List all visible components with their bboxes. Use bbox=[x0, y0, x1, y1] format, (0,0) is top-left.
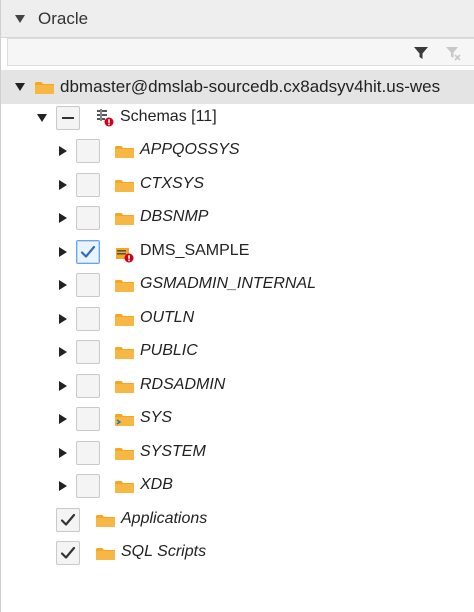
schema-node-gsmadmin-internal[interactable]: GSMADMIN_INTERNAL bbox=[1, 269, 474, 301]
node-sql-scripts[interactable]: SQL Scripts bbox=[1, 537, 474, 569]
schema-checkbox[interactable] bbox=[76, 172, 100, 197]
folder-icon bbox=[115, 446, 134, 461]
tree-toolbar bbox=[7, 38, 474, 66]
expand-triangle-icon[interactable] bbox=[59, 481, 67, 491]
folder-icon bbox=[115, 144, 134, 159]
expand-triangle-icon[interactable] bbox=[59, 146, 67, 156]
folder-icon bbox=[115, 278, 134, 293]
oracle-tree-panel: Oracle dbmaster@dmslab-sourcedb.cx8adsyv… bbox=[0, 0, 474, 612]
schema-label: DMS_SAMPLE bbox=[140, 241, 250, 259]
connection-label: dbmaster@dmslab-sourcedb.cx8adsyv4hit.us… bbox=[60, 77, 441, 96]
folder-icon bbox=[115, 379, 134, 394]
collapse-triangle-icon[interactable] bbox=[15, 14, 25, 23]
schemas-error-icon bbox=[96, 109, 114, 127]
schema-node-outln[interactable]: OUTLN bbox=[1, 303, 474, 335]
schema-label: SYS bbox=[140, 409, 173, 426]
folder-icon bbox=[115, 211, 134, 226]
schema-label: DBSNMP bbox=[140, 208, 209, 225]
schema-node-xdb[interactable]: XDB bbox=[1, 470, 474, 502]
schema-checkbox[interactable] bbox=[76, 239, 100, 264]
expand-triangle-icon[interactable] bbox=[59, 380, 67, 391]
schema-checkbox[interactable] bbox=[76, 407, 100, 431]
clear-filter-icon[interactable] bbox=[445, 45, 461, 61]
folder-icon bbox=[115, 479, 134, 494]
schema-label: GSMADMIN_INTERNAL bbox=[140, 275, 317, 292]
schema-checkbox[interactable] bbox=[76, 306, 100, 331]
schema-node-dbsnmp[interactable]: DBSNMP bbox=[1, 202, 474, 234]
schemas-label: Schemas [11] bbox=[120, 108, 217, 125]
schema-label: XDB bbox=[140, 476, 173, 493]
folder-icon bbox=[115, 345, 134, 360]
schema-label: CTXSYS bbox=[140, 174, 205, 192]
expand-triangle-icon[interactable] bbox=[59, 313, 67, 324]
expand-triangle-icon[interactable] bbox=[59, 414, 67, 424]
expand-triangle-icon[interactable] bbox=[59, 347, 67, 357]
schema-folder-icon bbox=[115, 412, 134, 427]
schema-checkbox[interactable] bbox=[76, 474, 100, 498]
schema-checkbox[interactable] bbox=[76, 139, 100, 163]
schemas-node[interactable]: Schemas [11] bbox=[1, 102, 474, 134]
sql-scripts-checkbox[interactable] bbox=[56, 541, 80, 565]
schema-label: PUBLIC bbox=[140, 342, 198, 359]
schema-node-system[interactable]: SYSTEM bbox=[1, 437, 474, 469]
expand-triangle-icon[interactable] bbox=[15, 83, 25, 91]
node-applications[interactable]: Applications bbox=[1, 504, 474, 536]
connection-folder-icon bbox=[35, 80, 54, 95]
expand-triangle-icon[interactable] bbox=[59, 280, 67, 290]
schema-label: APPQOSSYS bbox=[140, 141, 240, 158]
schema-node-dms-sample[interactable]: DMS_SAMPLE bbox=[1, 236, 474, 268]
expand-triangle-icon[interactable] bbox=[59, 246, 67, 257]
expand-triangle-icon[interactable] bbox=[59, 179, 67, 190]
section-title: Oracle bbox=[38, 8, 89, 28]
schema-error-icon bbox=[115, 245, 134, 262]
folder-icon bbox=[96, 546, 115, 561]
filter-icon[interactable] bbox=[413, 45, 429, 61]
folder-icon bbox=[96, 513, 115, 528]
schema-node-public[interactable]: PUBLIC bbox=[1, 336, 474, 368]
applications-checkbox[interactable] bbox=[56, 508, 80, 532]
schema-label: SYSTEM bbox=[140, 442, 206, 460]
expand-triangle-icon[interactable] bbox=[59, 447, 67, 458]
oracle-section-header[interactable]: Oracle bbox=[1, 0, 474, 38]
folder-icon bbox=[115, 312, 134, 327]
schema-checkbox[interactable] bbox=[76, 340, 100, 364]
connection-node[interactable]: dbmaster@dmslab-sourcedb.cx8adsyv4hit.us… bbox=[1, 70, 474, 104]
schema-node-appqossys[interactable]: APPQOSSYS bbox=[1, 135, 474, 167]
folder-icon bbox=[115, 178, 134, 193]
schema-label: RDSADMIN bbox=[140, 375, 226, 393]
schema-node-sys[interactable]: SYS bbox=[1, 403, 474, 435]
schema-checkbox[interactable] bbox=[76, 440, 100, 465]
schema-checkbox[interactable] bbox=[76, 273, 100, 297]
applications-label: Applications bbox=[121, 510, 208, 527]
schema-label: OUTLN bbox=[140, 308, 195, 326]
schema-node-rdsadmin[interactable]: RDSADMIN bbox=[1, 370, 474, 402]
schema-checkbox[interactable] bbox=[76, 373, 100, 398]
sql-scripts-label: SQL Scripts bbox=[121, 543, 207, 560]
schema-checkbox[interactable] bbox=[76, 206, 100, 230]
schema-node-ctxsys[interactable]: CTXSYS bbox=[1, 169, 474, 201]
schemas-checkbox[interactable] bbox=[56, 106, 80, 130]
expand-triangle-icon[interactable] bbox=[59, 213, 67, 223]
expand-triangle-icon[interactable] bbox=[37, 114, 47, 122]
